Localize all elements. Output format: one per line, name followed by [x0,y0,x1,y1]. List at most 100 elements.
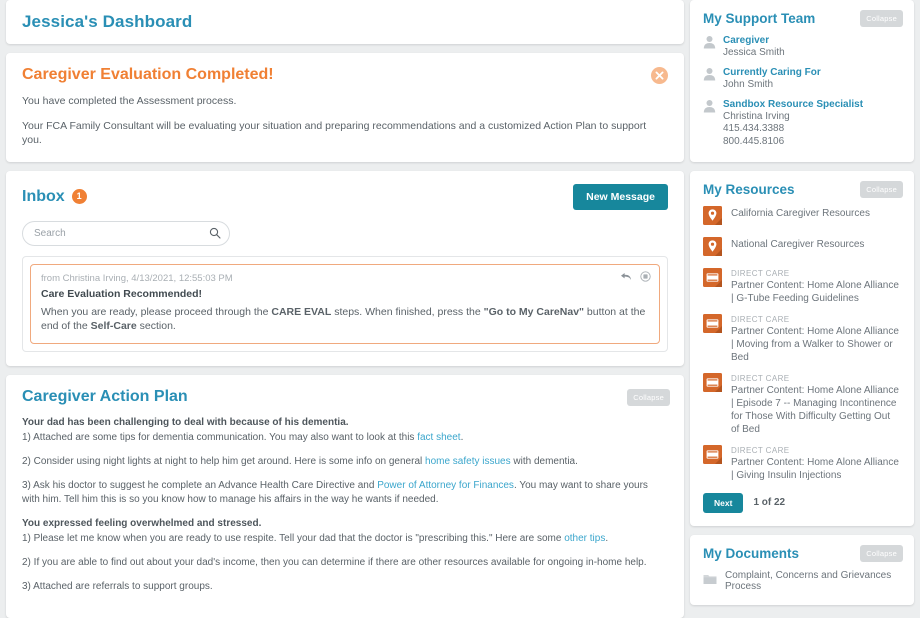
message-actions [620,270,651,285]
resource-label: Partner Content: Home Alone Alliance | G… [731,279,899,304]
s2-item1-text-b: . [605,532,609,544]
delete-circle-icon[interactable] [640,270,651,285]
support-team-role: Sandbox Resource Specialist [723,98,864,110]
resources-card: My Resources Collapse California Caregiv… [690,170,914,526]
support-team-member-info: Caregiver Jessica Smith [723,35,785,60]
s2-item1-text-a: 1) Please let me know when you are ready… [22,532,565,544]
message-meta: from Christina Irving, 4/13/2021, 12:55:… [41,272,233,284]
sidebar: My Support Team Collapse Caregiver Jessi… [690,0,920,605]
resource-label: National Caregiver Resources [731,238,865,250]
resource-kicker: DIRECT CARE [731,445,790,455]
inbox-card: Inbox 1 New Message from Christina Irvin… [6,170,684,366]
s1-item2-text-a: 2) Consider using night lights at night … [22,455,426,467]
inbox-header: Inbox 1 New Message [22,183,668,210]
message-body-part-1: When you are ready, please proceed throu… [41,305,272,318]
documents-card: My Documents Collapse Complaint, Concern… [690,534,914,605]
video-icon [703,267,722,290]
new-message-button[interactable]: New Message [573,183,668,210]
support-team-name: Jessica Smith [723,47,785,58]
resource-label: Partner Content: Home Alone Alliance | G… [731,456,899,481]
resource-item[interactable]: DIRECT CARE Partner Content: Home Alone … [703,444,901,482]
page-title-card: Jessica's Dashboard [6,0,684,44]
support-team-member[interactable]: Sandbox Resource Specialist Christina Ir… [703,99,901,149]
resource-kicker: DIRECT CARE [731,314,790,324]
action-plan-collapse-button[interactable]: Collapse [627,388,670,406]
support-team-role: Currently Caring For [723,66,821,78]
fact-sheet-link[interactable]: fact sheet [417,432,460,443]
power-of-attorney-link[interactable]: Power of Attorney for Finances [377,480,514,491]
resource-label: Partner Content: Home Alone Alliance | E… [731,384,899,435]
person-icon [703,99,716,116]
resource-item[interactable]: DIRECT CARE Partner Content: Home Alone … [703,372,901,436]
resource-item[interactable]: National Caregiver Resources [703,236,901,259]
map-pin-icon [703,236,722,259]
resource-label: California Caregiver Resources [731,207,870,219]
inbox-title-group: Inbox 1 [22,188,87,206]
search-input[interactable] [22,220,230,246]
message-list: from Christina Irving, 4/13/2021, 12:55:… [22,255,668,352]
alert-title: Caregiver Evaluation Completed! [22,66,274,83]
support-team-phone-1: 415.434.3388 [723,123,785,135]
message-item[interactable]: from Christina Irving, 4/13/2021, 12:55:… [30,263,660,344]
resource-item[interactable]: DIRECT CARE Partner Content: Home Alone … [703,267,901,305]
resource-text: National Caregiver Resources [731,237,864,251]
action-plan-s1-item-3: 3) Ask his doctor to suggest he complete… [22,479,668,507]
dashboard-page: Jessica's Dashboard Caregiver Evaluation… [0,0,920,618]
message-body-bold-2: "Go to My CareNav" [483,305,585,318]
close-icon[interactable] [651,67,668,84]
resource-text: DIRECT CARE Partner Content: Home Alone … [731,268,901,305]
reply-arrow-icon[interactable] [620,271,632,285]
s1-item3-text-a: 3) Ask his doctor to suggest he complete… [22,479,378,491]
message-body: When you are ready, please proceed throu… [41,305,649,333]
support-team-member-info: Currently Caring For John Smith [723,67,821,92]
action-plan-card: Caregiver Action Plan Collapse Your dad … [6,374,684,618]
support-team-member[interactable]: Currently Caring For John Smith [703,67,901,92]
s1-item1-text-b: . [460,431,464,443]
action-plan-s1-item-1: 1) Attached are some tips for dementia c… [22,431,668,445]
support-team-card: My Support Team Collapse Caregiver Jessi… [690,0,914,162]
message-body-part-4: section. [136,319,176,332]
action-plan-s2-item-1: 1) Please let me know when you are ready… [22,532,668,546]
message-subject: Care Evaluation Recommended! [41,287,203,300]
message-body-bold-3: Self-Care [90,319,137,332]
alert-line-2: Your FCA Family Consultant will be evalu… [22,120,647,147]
support-team-member-info: Sandbox Resource Specialist Christina Ir… [723,99,863,149]
resources-collapse-button[interactable]: Collapse [860,180,903,198]
other-tips-link[interactable]: other tips [564,533,605,544]
support-team-collapse-button[interactable]: Collapse [860,10,903,27]
person-icon [703,67,716,84]
page-title: Jessica's Dashboard [22,12,193,31]
resource-item[interactable]: California Caregiver Resources [703,205,901,228]
resource-text: DIRECT CARE Partner Content: Home Alone … [731,314,901,364]
inbox-title: Inbox [22,187,65,205]
resources-pager: Next 1 of 22 [703,492,901,513]
resource-kicker: DIRECT CARE [731,373,790,383]
inbox-search [22,220,230,246]
support-team-name: Christina Irving [723,110,790,122]
inbox-unread-badge: 1 [71,189,87,205]
resource-item[interactable]: DIRECT CARE Partner Content: Home Alone … [703,313,901,364]
alert-body: You have completed the Assessment proces… [22,94,668,148]
evaluation-alert-card: Caregiver Evaluation Completed! You have… [6,53,684,162]
document-label: Complaint, Concerns and Grievances Proce… [725,569,892,592]
document-item[interactable]: Complaint, Concerns and Grievances Proce… [703,570,901,592]
resource-text: DIRECT CARE Partner Content: Home Alone … [731,445,901,482]
action-plan-title: Caregiver Action Plan [22,387,188,405]
search-icon[interactable] [209,227,221,242]
action-plan-section-1-header: Your dad has been challenging to deal wi… [22,416,349,428]
resource-label: Partner Content: Home Alone Alliance | M… [731,325,899,363]
next-button[interactable]: Next [703,492,744,513]
alert-line-1: You have completed the Assessment proces… [22,95,237,107]
support-team-member[interactable]: Caregiver Jessica Smith [703,35,901,60]
home-safety-issues-link[interactable]: home safety issues [425,456,511,467]
video-icon [703,372,722,395]
support-team-name: John Smith [723,78,774,90]
message-body-bold-1: CARE EVAL [271,305,332,318]
map-pin-icon [703,205,722,228]
resource-kicker: DIRECT CARE [731,268,790,278]
person-icon [703,35,716,52]
message-body-part-2: steps. When finished, press the [331,305,484,318]
documents-collapse-button[interactable]: Collapse [860,544,903,562]
video-icon [703,313,722,336]
main-column: Jessica's Dashboard Caregiver Evaluation… [0,0,690,618]
